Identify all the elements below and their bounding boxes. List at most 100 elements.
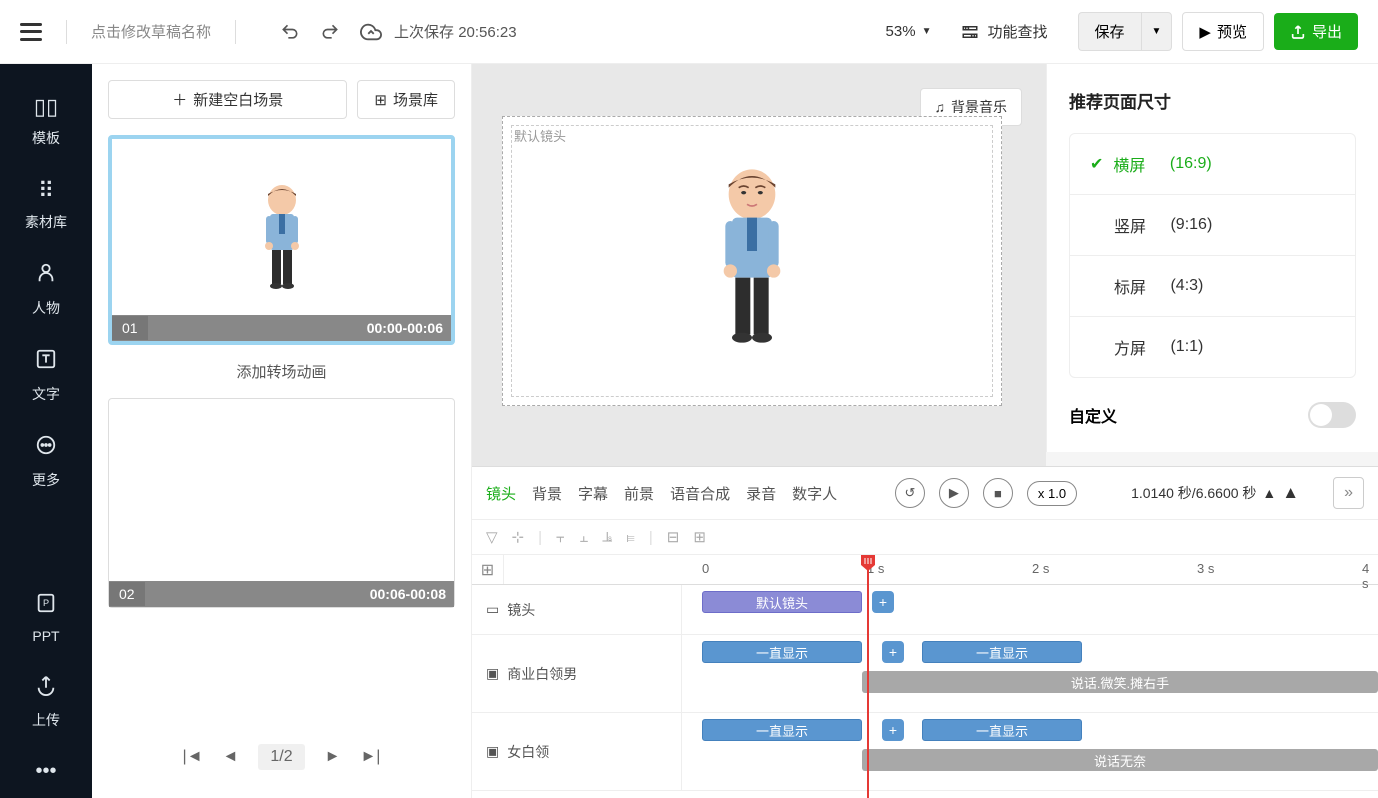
speed-button[interactable]: x 1.0	[1027, 481, 1077, 506]
aspect-option-landscape[interactable]: ✔横屏 (16:9)	[1070, 134, 1355, 195]
cloud-save-icon[interactable]	[360, 21, 382, 43]
person-icon	[35, 262, 57, 290]
tl-tool-filter[interactable]: ▽	[486, 528, 498, 546]
timeline-row-shot: ▭镜头 默认镜头 +	[472, 585, 1378, 635]
assets-icon: ⠿	[38, 178, 54, 204]
pager-first[interactable]: |◄	[183, 748, 203, 766]
tl-tool-align-2[interactable]: ⫠	[579, 529, 588, 546]
scene-card-1[interactable]: 01 00:00-00:06	[108, 135, 455, 345]
aspect-option-standard[interactable]: 标屏 (4:3)	[1070, 256, 1355, 317]
sidebar-item-ppt[interactable]: PPPT	[32, 592, 59, 644]
redo-button[interactable]	[320, 22, 340, 42]
clip-talk-smile[interactable]: 说话.微笑.摊右手	[862, 671, 1378, 693]
scene-number: 02	[109, 582, 145, 606]
pager-last[interactable]: ►|	[360, 748, 380, 766]
aspect-option-portrait[interactable]: 竖屏 (9:16)	[1070, 195, 1355, 256]
save-button[interactable]: 保存	[1078, 12, 1141, 51]
stage[interactable]: 默认镜头	[502, 116, 1002, 406]
menu-icon[interactable]	[20, 23, 42, 41]
add-transition-button[interactable]: 添加转场动画	[108, 361, 455, 382]
last-save-text: 上次保存 20:56:23	[394, 21, 517, 42]
timeline-tab-subtitle[interactable]: 字幕	[578, 483, 608, 504]
sidebar-item-character[interactable]: 人物	[32, 262, 60, 318]
character-thumbnail	[252, 180, 312, 300]
tl-tool-align-4[interactable]: ⫢	[626, 529, 635, 546]
clip-default-shot[interactable]: 默认镜头	[702, 591, 862, 613]
custom-label: 自定义	[1069, 403, 1117, 427]
svg-text:P: P	[43, 598, 49, 608]
timeline-tab-shot[interactable]: 镜头	[486, 483, 516, 504]
sidebar-item-text[interactable]: 文字	[32, 348, 60, 404]
sidebar-item-more[interactable]: 更多	[32, 434, 60, 490]
character-on-stage[interactable]	[702, 156, 802, 366]
pager-prev[interactable]: ◄	[223, 748, 239, 766]
timeline-row-female: ▣女白领 一直显示 + 一直显示 说话无奈	[472, 713, 1378, 791]
scene-time: 00:00-00:06	[359, 320, 451, 336]
template-icon: ▯▯	[34, 94, 58, 120]
ruler-corner-icon[interactable]: ⊞	[472, 555, 504, 584]
video-icon: ▭	[486, 601, 499, 618]
more-icon	[35, 434, 57, 462]
zoom-out-icon[interactable]: ▲	[1262, 485, 1276, 501]
clip-always-show-3[interactable]: 一直显示	[702, 719, 862, 741]
canvas-area: ♫背景音乐 默认镜头	[472, 64, 1046, 466]
export-icon	[1290, 24, 1306, 40]
scene-number: 01	[112, 316, 148, 340]
save-dropdown[interactable]: ▼	[1141, 12, 1173, 51]
zoom-in-icon[interactable]: ▲	[1282, 483, 1299, 503]
add-clip-button[interactable]: +	[872, 591, 894, 613]
timeline-time-display: 1.0140 秒/6.6600 秒▲▲	[1131, 483, 1299, 503]
plus-icon: ＋	[172, 89, 187, 110]
export-button[interactable]: 导出	[1274, 13, 1358, 50]
play-icon: ▶	[1199, 23, 1211, 41]
timeline-tab-tts[interactable]: 语音合成	[670, 483, 730, 504]
draft-name[interactable]: 点击修改草稿名称	[91, 21, 211, 42]
timeline-row-male: ▣商业白领男 一直显示 + 一直显示 说话.微笑.摊右手	[472, 635, 1378, 713]
divider	[66, 20, 67, 44]
aspect-option-square[interactable]: 方屏 (1:1)	[1070, 317, 1355, 377]
tl-tool-align-1[interactable]: ⫟	[556, 529, 565, 546]
preview-button[interactable]: ▶预览	[1182, 12, 1264, 51]
playhead[interactable]	[867, 555, 869, 798]
undo-button[interactable]	[280, 22, 300, 42]
scene-time: 00:06-00:08	[362, 586, 454, 602]
play-button[interactable]: ▶	[939, 478, 969, 508]
tl-tool-hierarchy[interactable]: ⊹	[512, 528, 525, 546]
clip-talk-helpless[interactable]: 说话无奈	[862, 749, 1378, 771]
add-clip-button[interactable]: +	[882, 719, 904, 741]
stop-button[interactable]: ■	[983, 478, 1013, 508]
tl-tool-align-3[interactable]: ⫡	[602, 529, 612, 546]
add-clip-button[interactable]: +	[882, 641, 904, 663]
scene-card-2[interactable]: 02 00:06-00:08	[108, 398, 455, 608]
new-blank-scene-button[interactable]: ＋新建空白场景	[108, 80, 347, 119]
timeline-tab-background[interactable]: 背景	[532, 483, 562, 504]
text-icon	[35, 348, 57, 376]
playhead-handle[interactable]	[861, 555, 875, 571]
image-icon: ▣	[486, 665, 499, 682]
custom-toggle[interactable]	[1308, 402, 1356, 428]
music-icon: ♫	[935, 99, 946, 115]
clip-always-show-4[interactable]: 一直显示	[922, 719, 1082, 741]
image-icon: ▣	[486, 743, 499, 760]
scene-library-button[interactable]: ⊞场景库	[357, 80, 455, 119]
sidebar-item-template[interactable]: ▯▯模板	[32, 94, 60, 148]
grid-icon: ⊞	[374, 91, 387, 109]
zoom-level[interactable]: 53%▼	[886, 23, 932, 40]
timeline-tab-record[interactable]: 录音	[746, 483, 776, 504]
tl-tool-group-1[interactable]: ⊟	[667, 528, 680, 546]
clip-always-show-2[interactable]: 一直显示	[922, 641, 1082, 663]
sidebar-item-upload[interactable]: 上传	[32, 674, 60, 730]
rewind-button[interactable]: ↺	[895, 478, 925, 508]
timeline-tab-foreground[interactable]: 前景	[624, 483, 654, 504]
sidebar-ellipsis[interactable]: •••	[35, 760, 56, 798]
timeline-ruler[interactable]: ⊞ 0 1 s 2 s 3 s 4 s	[472, 555, 1378, 585]
function-search[interactable]: 功能查找	[961, 21, 1047, 42]
upload-icon	[35, 674, 57, 702]
pager-next[interactable]: ►	[325, 748, 341, 766]
timeline-tab-digital[interactable]: 数字人	[792, 483, 837, 504]
sidebar-item-assets[interactable]: ⠿素材库	[25, 178, 67, 232]
clip-always-show-1[interactable]: 一直显示	[702, 641, 862, 663]
divider	[235, 20, 236, 44]
tl-tool-group-2[interactable]: ⊞	[693, 528, 706, 546]
timeline-expand-button[interactable]: »	[1333, 477, 1364, 509]
